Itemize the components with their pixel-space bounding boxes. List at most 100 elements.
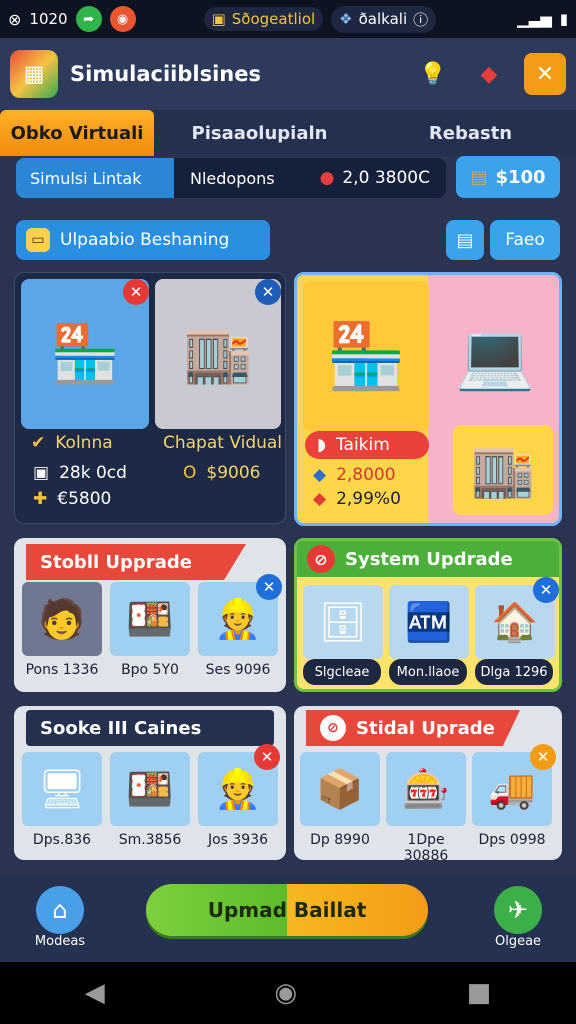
- butterfly-icon: ❖: [339, 10, 353, 28]
- card-4-title-bar: ⊘ Stidal Uprade: [306, 710, 520, 746]
- storefront-image: 🏪: [303, 281, 429, 431]
- shop-right-value-2: 2,99%0: [336, 489, 401, 509]
- card-2-item-2[interactable]: 🏧: [389, 585, 469, 659]
- card-3-item-2[interactable]: 🍱: [110, 752, 190, 826]
- card-1-item-2[interactable]: 🍱: [110, 582, 190, 656]
- heart-icon: ◗: [317, 435, 326, 455]
- market-stall-image: 🏬: [453, 425, 553, 515]
- network-label: ðalkali: [358, 10, 408, 28]
- tab-rebastn[interactable]: Rebastn: [365, 110, 576, 156]
- section-header[interactable]: ▭ Ulpaabio Beshaning: [16, 220, 270, 260]
- gift-icon[interactable]: ◆: [468, 53, 510, 95]
- plane-icon[interactable]: ✈: [494, 886, 542, 934]
- shop-stat-row-1: ▣ 28k 0cd: [33, 463, 127, 483]
- chart-icon: ◆: [313, 465, 327, 485]
- info-mid: Nledopons: [190, 168, 275, 188]
- upgrade-button[interactable]: Upmad Baillat: [146, 884, 428, 936]
- app-pill-label: Sðogeatliol: [231, 10, 316, 28]
- card-3-item-1-label: Dps.836: [32, 832, 92, 848]
- shop-right-value-1: 2,8000: [336, 465, 396, 485]
- home-icon[interactable]: ⌂: [36, 886, 84, 934]
- shop-panel-right[interactable]: 🏪 💻 ◗ Taikim ◆ 2,8000 ◆ 2,99%0 🏬: [294, 272, 562, 526]
- card-3-item-1[interactable]: 🖥: [22, 752, 102, 826]
- status-bar: ⊗ 1020 ➦ ◉ ▣ Sðogeatliol ❖ ðalkali ⓘ ▁▃▅…: [0, 0, 576, 38]
- battery-icon: ▮: [559, 10, 568, 28]
- info-label: Simulsi Lintak: [16, 158, 174, 198]
- shop-stat-1-value: $9006: [206, 463, 261, 483]
- card-4-close-icon[interactable]: ✕: [530, 744, 556, 770]
- remove-icon[interactable]: ✕: [123, 279, 149, 305]
- close-icon[interactable]: ✕: [524, 53, 566, 95]
- home-circle-icon[interactable]: ◉: [274, 978, 297, 1008]
- shop-badge: ◗ Taikim: [305, 431, 429, 459]
- cube-icon: ▣: [211, 10, 226, 28]
- card-3-title: Sooke III Caines: [26, 710, 274, 746]
- tab-virtual[interactable]: Obko Virtuali: [0, 110, 154, 156]
- info-icon: ⓘ: [413, 10, 429, 29]
- shop-panel-left: 🏪 ✕ 🏬 ✕ ✔ Kolnna Chapat Vidual ▣ 28k 0cd…: [14, 272, 286, 524]
- money-button[interactable]: ▤ $100: [456, 156, 560, 198]
- card-2-item-2-label: Mon.llaoe: [389, 659, 467, 685]
- card-3-item-2-label: Sm.3856: [118, 832, 182, 848]
- card-2-title: System Updrade: [345, 548, 513, 570]
- shop-right-value-row-1: ◆ 2,8000: [313, 465, 396, 485]
- status-time: 1020: [29, 10, 68, 28]
- wallet-icon: ▤: [470, 166, 488, 188]
- tile-label-row: ✔ Kolnna: [31, 433, 113, 453]
- shop-tile-2-label: Chapat Vidual: [163, 433, 283, 453]
- document-icon[interactable]: ▤: [446, 220, 484, 260]
- card-4-item-1[interactable]: 📦: [300, 752, 380, 826]
- card-1-item-1-label: Pons 1336: [25, 662, 99, 678]
- upgrade-card-4: ⊘ Stidal Uprade 📦 🎰 🚚 ✕ Dp 8990 1Dpe 308…: [294, 706, 562, 864]
- computer-image: 💻: [433, 281, 557, 431]
- shop-stat-2-label: €5800: [57, 489, 112, 509]
- info-value-group: ● 2,0 3800C: [320, 168, 446, 188]
- lightbulb-icon[interactable]: 💡: [412, 53, 454, 95]
- card-2-item-1-label: Slgcleae: [303, 659, 381, 685]
- card-4-item-2[interactable]: 🎰: [386, 752, 466, 826]
- card-1-item-3-label: Ses 9096: [205, 662, 271, 678]
- back-icon[interactable]: ◀: [85, 978, 105, 1008]
- app-logo: ▦: [10, 50, 58, 98]
- stop-icon: ⊘: [320, 715, 346, 741]
- coin-icon: O: [183, 463, 197, 483]
- box-icon: ▣: [33, 463, 50, 483]
- card-4-item-3-label: Dps 0998: [478, 832, 546, 848]
- tab-bar: Obko Virtuali Pisaaolupialn Rebastn: [0, 110, 576, 156]
- app-title: Simulaciiblsines: [70, 62, 261, 86]
- card-2-title-bar: ⊘ System Updrade: [297, 541, 559, 577]
- clock-icon: ⊗: [8, 9, 22, 29]
- shop-badge-label: Taikim: [335, 435, 390, 455]
- upgrade-card-2: ⊘ System Updrade 🗄 🏧 🏠 ✕ Slgcleae Mon.ll…: [294, 538, 562, 692]
- upgrade-card-1: Stobll Upprade 🧑 🍱 👷 ✕ Pons 1336 Bpo 5Y0…: [14, 538, 286, 692]
- card-1-close-icon[interactable]: ✕: [256, 574, 282, 600]
- card-1-item-1[interactable]: 🧑: [22, 582, 102, 656]
- close-tile-icon[interactable]: ✕: [255, 279, 281, 305]
- chat-app-icon: ➦: [75, 6, 102, 32]
- card-2-close-icon[interactable]: ✕: [533, 577, 559, 603]
- shop-stat-row-2: ✚ €5800: [33, 489, 111, 509]
- section-title: Ulpaabio Beshaning: [60, 230, 230, 250]
- card-1-title: Stobll Upprade: [26, 544, 246, 580]
- network-pill[interactable]: ❖ ðalkali ⓘ: [331, 5, 437, 33]
- app-header: ▦ Simulaciiblsines 💡 ◆ ✕: [0, 38, 576, 110]
- info-bar: Simulsi Lintak Nledopons ● 2,0 3800C: [16, 158, 446, 198]
- info-value: 2,0 3800C: [342, 168, 430, 188]
- upgrade-card-3: Sooke III Caines 🖥 🍱 👷 ✕ Dps.836 Sm.3856…: [14, 706, 286, 860]
- card-3-close-icon[interactable]: ✕: [254, 744, 280, 770]
- shop-right-value-row-2: ◆ 2,99%0: [313, 489, 401, 509]
- card-4-item-1-label: Dp 8990: [310, 832, 370, 848]
- money-amount: $100: [495, 166, 546, 188]
- tab-production[interactable]: Pisaaolupialn: [154, 110, 365, 156]
- card-3-item-3-label: Jos 3936: [207, 832, 269, 848]
- check-icon: ✔: [31, 433, 46, 453]
- app-pill[interactable]: ▣ Sðogeatliol: [203, 7, 324, 31]
- tile-label-row-2: Chapat Vidual: [163, 433, 282, 453]
- section-right-button[interactable]: Faeo: [490, 220, 560, 260]
- recents-icon[interactable]: ■: [467, 978, 492, 1008]
- card-4-item-2-label: 1Dpe 30886: [403, 832, 449, 864]
- card-4-title: Stidal Uprade: [356, 717, 495, 739]
- ruby-icon: ●: [319, 168, 335, 188]
- card-2-item-1[interactable]: 🗄: [303, 585, 383, 659]
- shop-stat-row-1-value: O $9006: [183, 463, 260, 483]
